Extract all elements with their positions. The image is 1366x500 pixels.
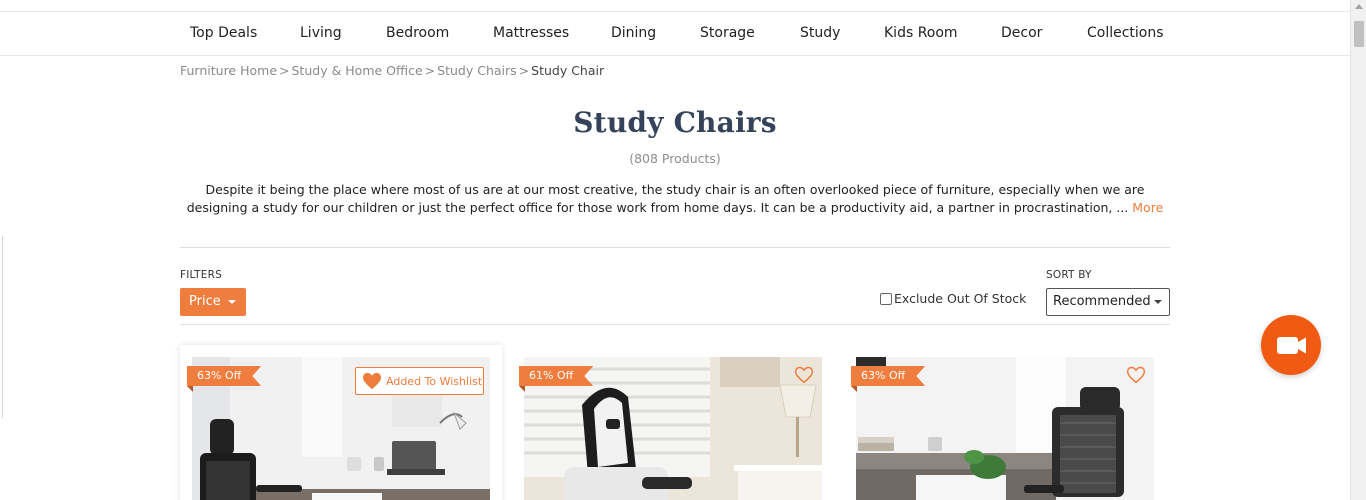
sort-select[interactable]: Recommended [1046,288,1170,316]
divider [180,247,1170,248]
discount-badge: 61% Off [519,366,594,386]
wishlist-added-label: Added To Wishlist [386,374,483,388]
video-camera-icon [1277,337,1306,354]
heart-outline-icon[interactable] [1126,366,1146,384]
breadcrumb-separator: > [424,63,436,78]
breadcrumb-current: Study Chair [531,63,605,78]
breadcrumb: Furniture Home > Study & Home Office > Study… [180,63,604,78]
nav-item-mattresses[interactable]: Mattresses [493,12,569,55]
heart-outline-icon[interactable] [794,366,814,384]
main-nav: Top Deals Living Bedroom Mattresses Dini… [0,12,1350,56]
heart-filled-icon [363,372,381,390]
discount-badge: 63% Off [851,366,926,386]
breadcrumb-link-study-chairs[interactable]: Study Chairs [437,63,517,78]
more-link[interactable]: More [1132,200,1163,215]
sort-label: SORT BY [1046,269,1092,281]
badge-fold [519,386,525,392]
divider [180,324,1170,325]
page-scrollbar[interactable] [1350,0,1366,500]
badge-fold [851,386,857,392]
discount-badge: 63% Off [187,366,262,386]
nav-item-kids-room[interactable]: Kids Room [884,12,958,55]
breadcrumb-separator: > [279,63,290,78]
breadcrumb-separator: > [518,63,530,78]
video-call-button[interactable] [1261,315,1321,375]
side-panel-edge [0,236,3,418]
price-filter-label: Price [189,294,221,309]
nav-item-dining[interactable]: Dining [611,12,656,55]
filters-label: FILTERS [180,269,222,281]
nav-item-bedroom[interactable]: Bedroom [386,12,449,55]
price-filter-button[interactable]: Price [180,288,246,316]
nav-item-living[interactable]: Living [300,12,342,55]
category-description: Despite it being the place where most of… [178,181,1172,217]
top-bar [0,0,1350,12]
product-count: (808 Products) [629,151,721,166]
breadcrumb-link-furniture-home[interactable]: Furniture Home [180,63,277,78]
nav-item-collections[interactable]: Collections [1087,12,1164,55]
chevron-down-icon [228,300,236,304]
scroll-up-arrow-icon[interactable] [1355,4,1363,9]
breadcrumb-link-study-home-office[interactable]: Study & Home Office [292,63,423,78]
nav-item-top-deals[interactable]: Top Deals [190,12,257,55]
description-text: Despite it being the place where most of… [186,182,1145,215]
chevron-down-icon [1154,300,1162,304]
badge-fold [187,386,193,392]
nav-item-decor[interactable]: Decor [1001,12,1042,55]
nav-item-storage[interactable]: Storage [700,12,755,55]
exclude-out-of-stock[interactable]: Exclude Out Of Stock [880,291,1026,306]
sort-selected-value: Recommended [1053,294,1151,309]
exclude-out-of-stock-checkbox[interactable] [880,292,892,305]
page-title: Study Chairs [573,106,777,139]
nav-item-study[interactable]: Study [800,12,840,55]
exclude-out-of-stock-label: Exclude Out Of Stock [894,291,1027,306]
wishlist-added-button[interactable]: Added To Wishlist [355,367,484,395]
scroll-thumb[interactable] [1354,21,1364,47]
